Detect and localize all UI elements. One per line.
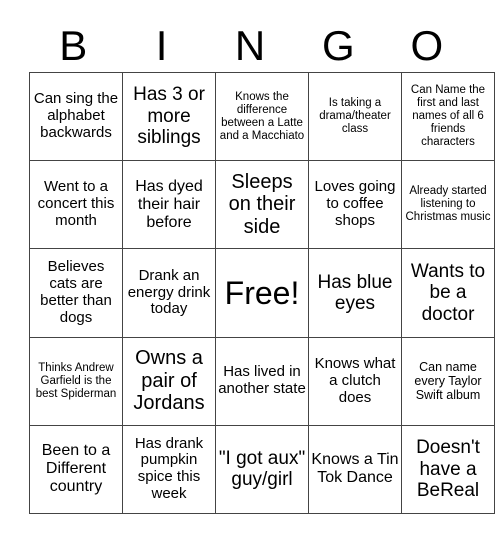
bingo-cell[interactable]: Has 3 or more siblings [122, 71, 216, 162]
bingo-row: Thinks Andrew Garfield is the best Spide… [29, 336, 495, 426]
header-letter-o: O [410, 22, 444, 69]
bingo-cell[interactable]: Thinks Andrew Garfield is the best Spide… [29, 336, 123, 426]
bingo-cell[interactable]: Can name every Taylor Swift album [401, 336, 495, 426]
bingo-cell[interactable]: Been to a Different country [29, 424, 123, 515]
bingo-cell[interactable]: Has lived in another state [215, 336, 309, 426]
header-letter-b: B [59, 22, 88, 69]
free-space[interactable]: Free! [215, 248, 309, 338]
bingo-cell[interactable]: "I got aux" guy/girl [215, 424, 309, 515]
bingo-cell[interactable]: Can sing the alphabet backwards [29, 71, 123, 162]
bingo-row: Believes cats are better than dogs Drank… [29, 248, 495, 338]
header-letter-i: I [155, 22, 168, 69]
bingo-cell[interactable]: Is taking a drama/theater class [308, 71, 402, 162]
bingo-header: B I N G O [29, 20, 471, 72]
bingo-row: Can sing the alphabet backwards Has 3 or… [29, 71, 495, 162]
bingo-cell[interactable]: Wants to be a doctor [401, 248, 495, 338]
bingo-card: Can sing the alphabet backwards Has 3 or… [29, 71, 495, 515]
bingo-row: Been to a Different country Has drank pu… [29, 424, 495, 515]
bingo-cell[interactable]: Went to a concert this month [29, 160, 123, 250]
bingo-cell[interactable]: Has drank pumpkin spice this week [122, 424, 216, 515]
bingo-cell[interactable]: Believes cats are better than dogs [29, 248, 123, 338]
bingo-cell[interactable]: Knows what a clutch does [308, 336, 402, 426]
bingo-cell[interactable]: Already started listening to Christmas m… [401, 160, 495, 250]
bingo-cell[interactable]: Sleeps on their side [215, 160, 309, 250]
bingo-cell[interactable]: Has dyed their hair before [122, 160, 216, 250]
bingo-cell[interactable]: Knows a Tin Tok Dance [308, 424, 402, 515]
bingo-cell[interactable]: Doesn't have a BeReal [401, 424, 495, 515]
bingo-cell[interactable]: Has blue eyes [308, 248, 402, 338]
header-letter-n: N [234, 22, 266, 69]
bingo-cell[interactable]: Can Name the first and last names of all… [401, 71, 495, 162]
bingo-cell[interactable]: Owns a pair of Jordans [122, 336, 216, 426]
bingo-cell[interactable]: Knows the difference between a Latte and… [215, 71, 309, 162]
bingo-cell[interactable]: Drank an energy drink today [122, 248, 216, 338]
bingo-row: Went to a concert this month Has dyed th… [29, 160, 495, 250]
bingo-cell[interactable]: Loves going to coffee shops [308, 160, 402, 250]
header-letter-g: G [322, 22, 355, 69]
